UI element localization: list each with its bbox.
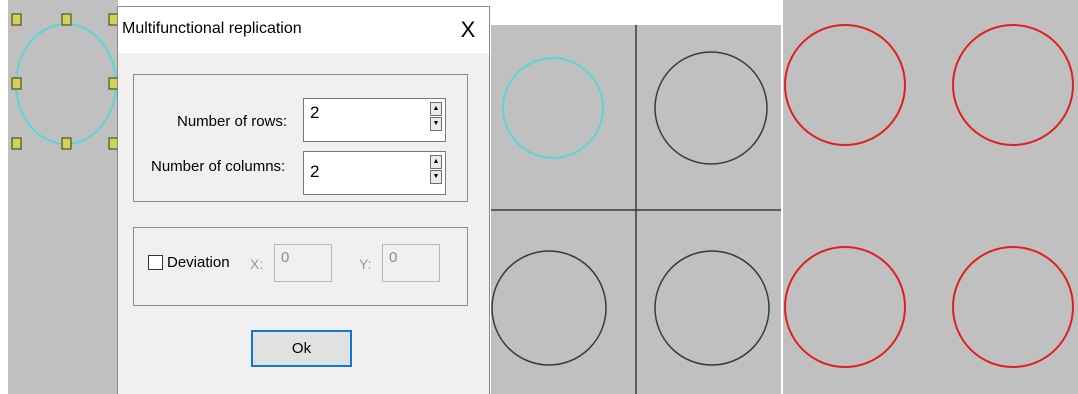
resize-handle[interactable]: [11, 137, 22, 150]
deviation-group: Deviation X: 0 Y: 0: [133, 227, 468, 306]
close-button[interactable]: X: [455, 17, 481, 43]
selected-circle[interactable]: [15, 23, 117, 145]
preview-circle[interactable]: [654, 51, 768, 165]
resize-handle[interactable]: [11, 13, 22, 26]
columns-label: Number of columns:: [151, 158, 286, 175]
resize-handle[interactable]: [11, 77, 22, 90]
copied-circle[interactable]: [784, 24, 906, 146]
resize-handle[interactable]: [61, 13, 72, 26]
replication-dialog: Multifunctional replication X Number of …: [117, 6, 490, 394]
copied-circle[interactable]: [784, 246, 906, 368]
canvas-left-drawing: [11, 13, 118, 150]
columns-down-arrow-icon[interactable]: ▼: [430, 170, 442, 184]
x-label: X:: [250, 256, 264, 272]
columns-spinbox[interactable]: 2 ▲ ▼: [303, 151, 446, 195]
copied-circle[interactable]: [952, 24, 1074, 146]
rows-spinbox[interactable]: 2 ▲ ▼: [303, 98, 446, 142]
canvas-left[interactable]: [8, 0, 118, 394]
resize-handle[interactable]: [61, 137, 72, 150]
dialog-titlebar[interactable]: Multifunctional replication X: [118, 7, 489, 53]
rows-columns-group: Number of rows: 2 ▲ ▼ Number of columns:…: [133, 74, 468, 202]
rows-value[interactable]: 2: [310, 103, 319, 123]
preview-circle-selected[interactable]: [502, 57, 604, 159]
preview-grid-drawing: [491, 25, 781, 394]
ok-button[interactable]: Ok: [251, 330, 352, 367]
rows-down-arrow-icon[interactable]: ▼: [430, 117, 442, 131]
dialog-title: Multifunctional replication: [122, 20, 302, 37]
columns-value[interactable]: 2: [310, 162, 319, 182]
deviation-checkbox[interactable]: [148, 255, 163, 270]
rows-spin-arrows: ▲ ▼: [430, 102, 442, 132]
result-copies-drawing: [784, 24, 1074, 368]
copied-circle[interactable]: [952, 246, 1074, 368]
canvas-preview-grid[interactable]: [491, 25, 781, 394]
preview-circle[interactable]: [491, 250, 607, 366]
rows-label: Number of rows:: [177, 113, 288, 130]
canvas-result-copies[interactable]: [783, 0, 1078, 394]
y-offset-input[interactable]: 0: [382, 244, 440, 282]
y-label: Y:: [359, 256, 372, 272]
rows-up-arrow-icon[interactable]: ▲: [430, 102, 442, 116]
deviation-label[interactable]: Deviation: [167, 254, 230, 271]
columns-spin-arrows: ▲ ▼: [430, 155, 442, 185]
preview-circle[interactable]: [654, 250, 770, 366]
x-offset-input[interactable]: 0: [274, 244, 332, 282]
columns-up-arrow-icon[interactable]: ▲: [430, 155, 442, 169]
